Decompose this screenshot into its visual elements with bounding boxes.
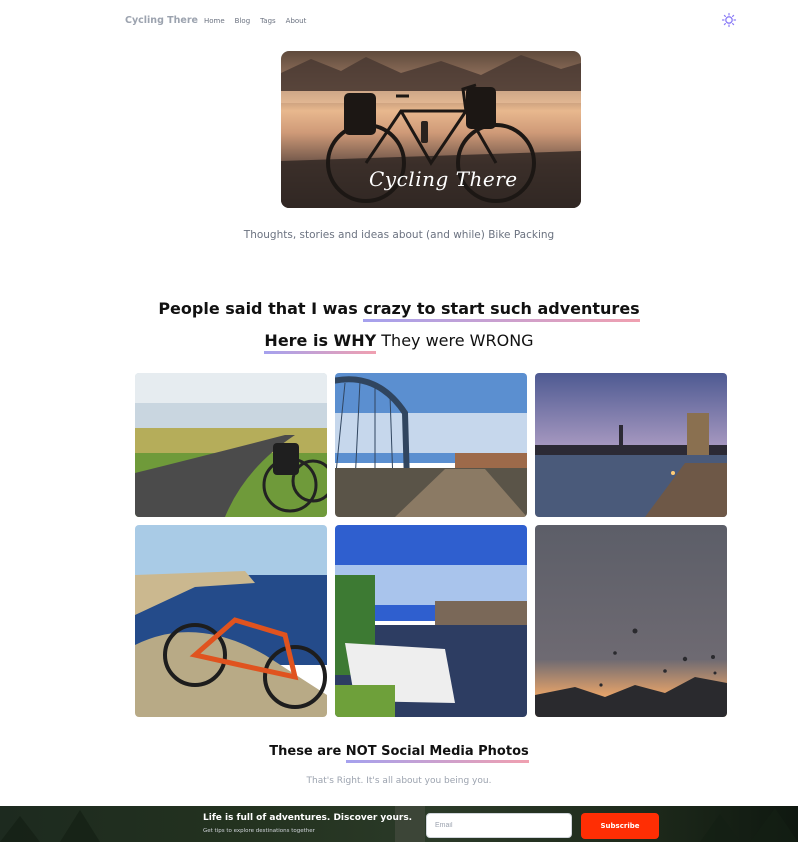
- hero-image: Cycling There: [281, 51, 581, 208]
- headline-line-2: Here is WHY They were WRONG: [0, 331, 798, 354]
- headline-line-1-highlight: crazy to start such adventures: [363, 299, 641, 322]
- closing-headline-plain: These are: [269, 744, 346, 759]
- hot-air-balloons-sunset-photo[interactable]: [535, 525, 727, 717]
- top-nav: Cycling There Home Blog Tags About: [125, 12, 737, 30]
- nav-menu: Home Blog Tags About: [204, 17, 306, 25]
- canal-boats-photo[interactable]: [335, 525, 527, 717]
- closing-subtitle: That's Right. It's all about you being y…: [306, 776, 492, 786]
- coastal-road-bike-photo[interactable]: [135, 373, 327, 517]
- closing-headline-highlight: NOT Social Media Photos: [345, 744, 529, 763]
- headline-line-1-plain: People said that I was: [158, 299, 364, 318]
- nav-link-tags[interactable]: Tags: [260, 17, 276, 25]
- closing-headline: These are NOT Social Media Photos: [0, 744, 798, 763]
- bridge-photo[interactable]: [335, 373, 527, 517]
- nav-link-blog[interactable]: Blog: [235, 17, 250, 25]
- sun-icon[interactable]: [721, 12, 737, 28]
- headline-line-2-highlight: Here is WHY: [264, 331, 377, 354]
- headline-line-2-plain: They were WRONG: [376, 331, 534, 350]
- headline-line-1: People said that I was crazy to start su…: [0, 299, 798, 322]
- photo-gallery: [135, 373, 727, 717]
- subscribe-button[interactable]: Subscribe: [581, 813, 659, 839]
- newsletter-email-input[interactable]: [426, 813, 572, 838]
- hero-script-title: Cycling There: [369, 167, 518, 191]
- newsletter-bar: Life is full of adventures. Discover you…: [0, 806, 798, 842]
- river-city-sunset-photo[interactable]: [535, 373, 727, 517]
- newsletter-subtitle: Get tips to explore destinations togethe…: [203, 828, 315, 834]
- site-brand[interactable]: Cycling There: [125, 15, 198, 26]
- site-tagline: Thoughts, stories and ideas about (and w…: [243, 229, 555, 241]
- nav-link-home[interactable]: Home: [204, 17, 225, 25]
- nav-link-about[interactable]: About: [286, 17, 307, 25]
- forest-background: [0, 806, 798, 842]
- cliff-bike-photo[interactable]: [135, 525, 327, 717]
- newsletter-title: Life is full of adventures. Discover you…: [203, 813, 413, 823]
